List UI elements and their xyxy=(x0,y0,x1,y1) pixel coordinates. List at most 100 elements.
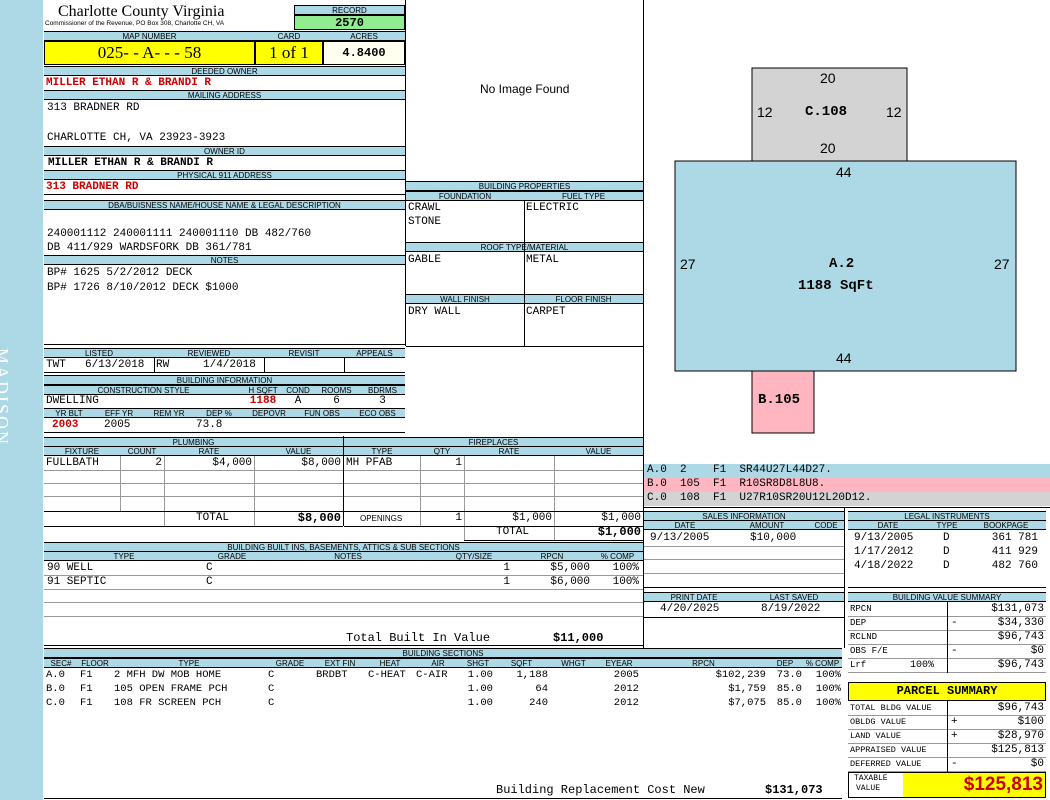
sections-col-0: SEC# xyxy=(44,658,78,668)
record-number: 2570 xyxy=(294,15,405,30)
brcn-label: Building Replacement Cost New xyxy=(496,783,705,797)
instrument-book: 361 781 xyxy=(991,532,1038,544)
sections-col-6: AIR xyxy=(414,658,462,668)
instrument-book: 482 760 xyxy=(991,560,1038,572)
value-summary-label: Lrf xyxy=(850,660,867,670)
deeded-owner-header: DEEDED OWNER xyxy=(44,66,405,76)
reviewed-header: REVIEWED xyxy=(154,348,264,358)
vector-row: C.0 108 F1 U27R10SR20U12L20D12. xyxy=(644,492,1050,506)
builtin-qty-2: 1 xyxy=(503,576,510,588)
funobs-header: FUN OBS xyxy=(294,408,350,418)
sketch-c-right: 12 xyxy=(886,104,902,120)
owner-id-header: OWNER ID xyxy=(44,146,405,156)
parcel-row-sign: + xyxy=(951,730,958,742)
building-info-header: BUILDING INFORMATION xyxy=(44,375,405,385)
section-type-3: 108 FR SCREEN PCH xyxy=(114,697,222,709)
year-built: 2003 xyxy=(52,419,79,431)
sections-col-1: FLOOR xyxy=(78,658,112,668)
fireplaces-col-rate: RATE xyxy=(464,446,554,456)
section-floor-2: F1 xyxy=(80,683,93,695)
value-summary-value: $131,073 xyxy=(991,603,1044,615)
sales-col-code: CODE xyxy=(808,520,844,530)
plumbing-col-value: VALUE xyxy=(254,446,343,456)
value-summary-label: RPCN xyxy=(850,604,872,614)
builtins-col-grade: GRADE xyxy=(204,551,260,561)
vector-row: A.0 2 F1 SR44U27L44D27. xyxy=(644,464,1050,478)
section-dep-1: 73.0 xyxy=(776,669,802,681)
builtins-col-type: TYPE xyxy=(44,551,204,561)
value-summary-sign: - xyxy=(951,617,958,629)
sales-col-date: DATE xyxy=(644,520,726,530)
brcn-value: $131,073 xyxy=(765,783,823,797)
fireplace-qty: 1 xyxy=(455,457,462,469)
plumbing-rate: $4,000 xyxy=(212,457,252,469)
sale-amount: $10,000 xyxy=(750,532,797,544)
commissioner-line: Commissioner of the Revenue, PO Box 308,… xyxy=(45,20,225,27)
depovr-header: DEPOVR xyxy=(244,408,294,418)
parcel-row-value: $96,743 xyxy=(997,702,1044,714)
floor-finish: CARPET xyxy=(526,306,566,318)
section-comp-3: 100% xyxy=(815,697,841,709)
sections-col-11: RPCN xyxy=(640,658,767,668)
mailing-line1: 313 BRADNER RD xyxy=(47,102,140,114)
section-extfin-1: BRDBT xyxy=(316,669,348,681)
section-eyear-1: 2005 xyxy=(613,669,639,681)
value-summary-header: BUILDING VALUE SUMMARY xyxy=(848,592,1046,602)
fireplaces-col-value: VALUE xyxy=(554,446,643,456)
parcel-row-sign: - xyxy=(951,758,958,770)
fireplaces-col-qty: QTY xyxy=(420,446,464,456)
sketch-a-top: 44 xyxy=(836,164,852,180)
construction-style: DWELLING xyxy=(46,395,99,407)
foundation-header: FOUNDATION xyxy=(406,191,524,201)
section-grade-2: C xyxy=(268,683,275,695)
bdrms-value: 3 xyxy=(379,395,386,407)
section-sqft-2: 64 xyxy=(535,683,548,695)
sections-col-7: SHGT xyxy=(462,658,494,668)
dep-header: DEP % xyxy=(194,408,244,418)
parcel-row-value: $125,813 xyxy=(991,744,1044,756)
foundation-2: STONE xyxy=(408,216,442,228)
value-summary-value: $96,743 xyxy=(997,659,1044,671)
builtin-grade-2: C xyxy=(206,576,213,588)
revisit-header: REVISIT xyxy=(264,348,344,358)
sketch-c-bottom: 20 xyxy=(820,140,836,156)
section-shgt-2: 1.00 xyxy=(467,683,493,695)
district-label: MADISON xyxy=(0,348,12,447)
instrument-date: 9/13/2005 xyxy=(854,532,914,544)
print-date: 4/20/2025 xyxy=(660,603,720,615)
builtins-col-rpcn: RPCN xyxy=(512,551,592,561)
instruments-col-date: DATE xyxy=(848,520,928,530)
sketch-a-right: 27 xyxy=(994,256,1010,272)
parcel-row-label: LAND VALUE xyxy=(850,731,902,741)
instrument-type: D xyxy=(943,532,950,544)
section-grade-1: C xyxy=(268,669,275,681)
instrument-type: D xyxy=(943,560,950,572)
openings-value: $1,000 xyxy=(601,512,641,524)
sections-col-5: HEAT xyxy=(366,658,414,668)
sections-col-8: SQFT xyxy=(494,658,549,668)
map-number-header: MAP NUMBER xyxy=(44,31,255,41)
openings-qty: 1 xyxy=(455,512,462,524)
value-summary-label: DEP xyxy=(850,618,867,628)
instrument-date: 1/17/2012 xyxy=(854,546,914,558)
parcel-row-label: DEFERRED VALUE xyxy=(850,759,922,769)
taxable-label-1: TAXABLE xyxy=(854,774,888,783)
sections-col-12: DEP xyxy=(767,658,803,668)
openings-rate: $1,000 xyxy=(512,512,552,524)
openings-label: OPENINGS xyxy=(360,514,403,523)
parcel-row-value: $0 xyxy=(1030,758,1044,770)
vector-row: B.0 105 F1 R10SR8D8L8U8. xyxy=(644,478,1050,492)
value-summary-label: OBS F/E xyxy=(850,646,888,656)
section-eyear-3: 2012 xyxy=(613,697,639,709)
section-air-1: C-AIR xyxy=(416,669,448,681)
section-dep-2: 85.0 xyxy=(776,683,802,695)
appeals-header: APPEALS xyxy=(344,348,405,358)
plumbing-total-label: TOTAL xyxy=(196,512,230,524)
physical-address: 313 BRADNER RD xyxy=(46,181,139,193)
fuel-header: FUEL TYPE xyxy=(524,191,643,201)
ecoobs-header: ECO OBS xyxy=(350,408,405,418)
section-shgt-1: 1.00 xyxy=(467,669,493,681)
section-sqft-3: 240 xyxy=(529,697,548,709)
rooms-value: 6 xyxy=(333,395,340,407)
bdrms-header: BDRMS xyxy=(360,385,405,395)
